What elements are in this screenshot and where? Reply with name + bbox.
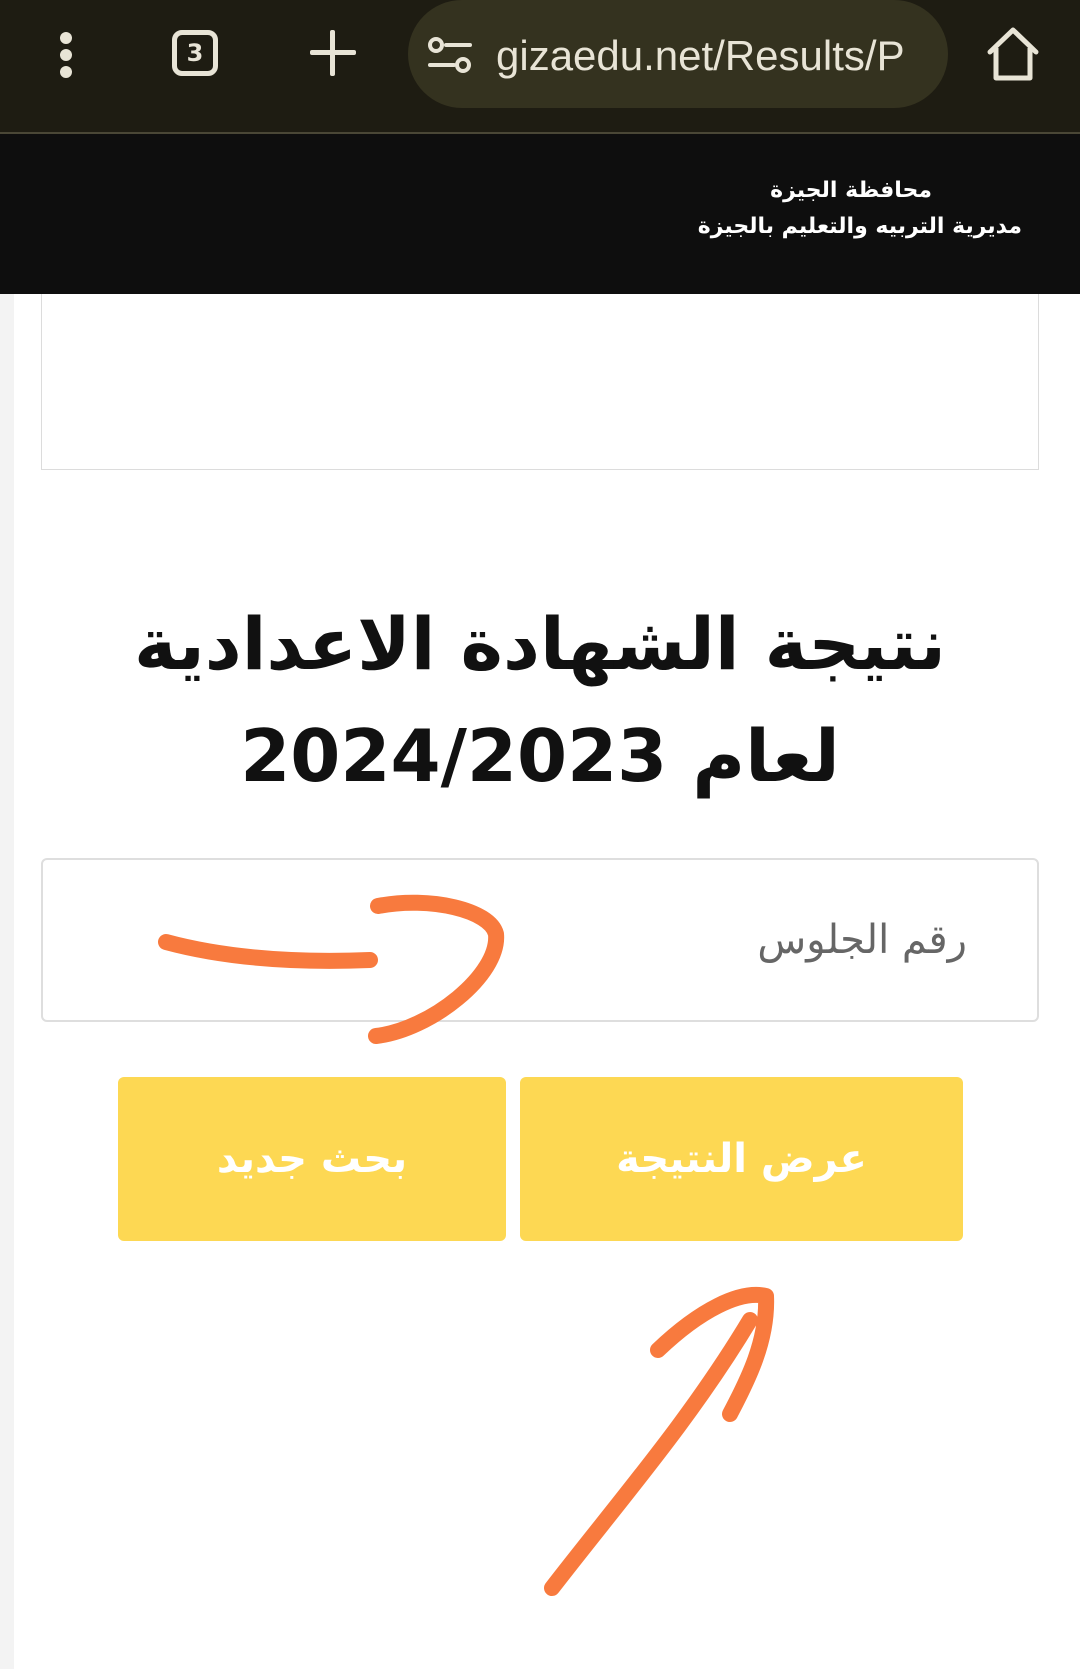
- tabs-icon[interactable]: 3: [172, 30, 218, 76]
- ad-placeholder: [41, 294, 1039, 470]
- tab-count: 3: [186, 39, 204, 67]
- governorate-name: محافظة الجيزة: [770, 178, 932, 203]
- new-search-button[interactable]: بحث جديد: [118, 1077, 506, 1241]
- seat-number-input[interactable]: [41, 858, 1039, 1022]
- title-line-1: نتيجة الشهادة الاعدادية: [134, 602, 946, 686]
- url-text[interactable]: gizaedu.net/Results/P: [496, 28, 928, 84]
- title-line-2: لعام 2024/2023: [240, 714, 840, 798]
- new-tab-icon[interactable]: [310, 30, 356, 76]
- home-icon[interactable]: [986, 26, 1040, 82]
- page-edge: [0, 294, 14, 1669]
- show-result-button[interactable]: عرض النتيجة: [520, 1077, 963, 1241]
- site-settings-icon[interactable]: [428, 36, 472, 76]
- directorate-name: مديرية التربيه والتعليم بالجيزة: [697, 214, 1022, 239]
- page-title: نتيجة الشهادة الاعدادية لعام 2024/2023: [60, 588, 1020, 812]
- menu-icon[interactable]: [50, 30, 84, 80]
- annotation-arrow-to-button: [544, 1287, 775, 1596]
